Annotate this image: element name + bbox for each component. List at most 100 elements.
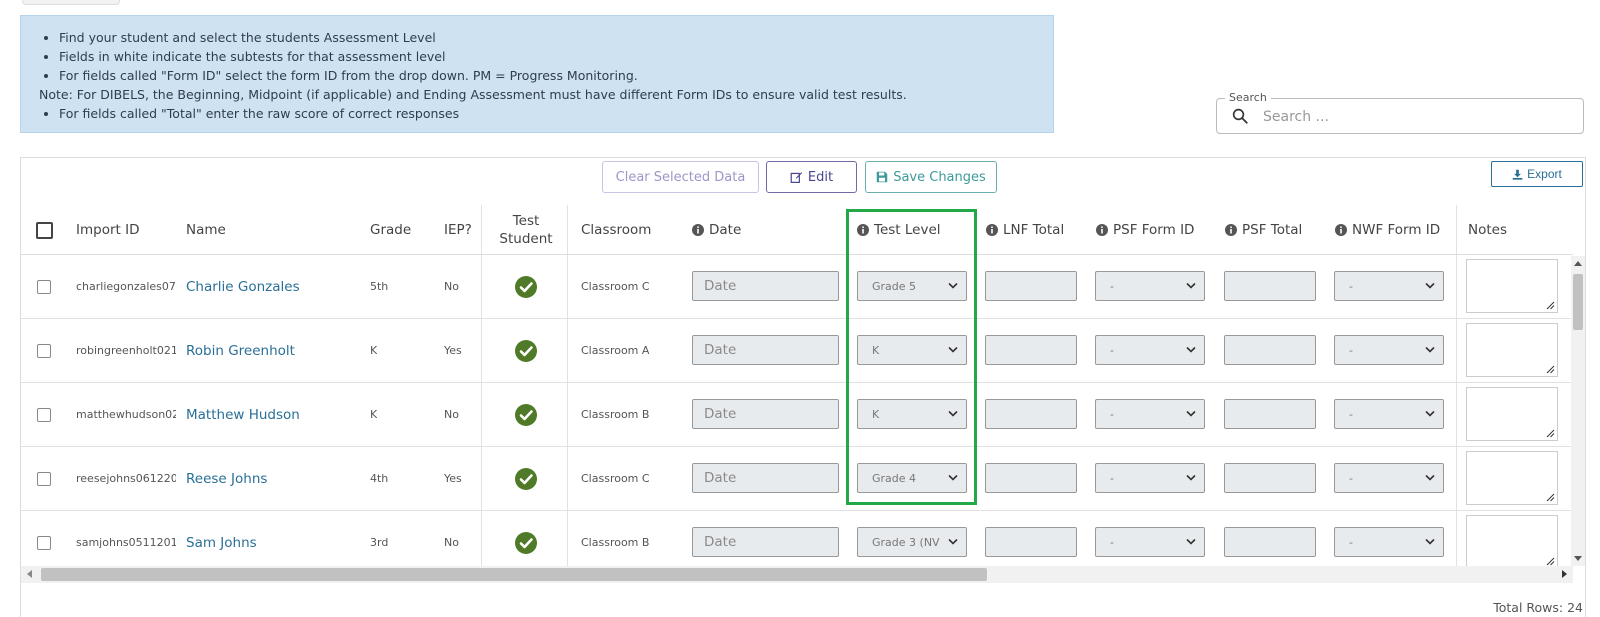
search-input[interactable] bbox=[1261, 105, 1565, 129]
clear-selected-data-button[interactable]: Clear Selected Data bbox=[602, 161, 759, 193]
psf-total-input[interactable] bbox=[1224, 463, 1316, 493]
test-level-select[interactable]: K bbox=[857, 335, 967, 365]
date-input[interactable]: Date bbox=[692, 271, 839, 301]
column-header-classroom[interactable]: Classroom bbox=[581, 206, 651, 254]
student-name-link[interactable]: Charlie Gonzales bbox=[186, 255, 300, 318]
notes-textarea[interactable] bbox=[1466, 323, 1558, 377]
nwf-form-id-value: - bbox=[1349, 407, 1353, 421]
row-checkbox[interactable] bbox=[37, 280, 51, 294]
instruction-item: Find your student and select the student… bbox=[59, 28, 1039, 47]
row-checkbox[interactable] bbox=[37, 472, 51, 486]
column-header-nwf-form-id[interactable]: NWF Form ID bbox=[1335, 206, 1440, 254]
column-header-psf-form-id[interactable]: PSF Form ID bbox=[1096, 206, 1194, 254]
top-tab[interactable] bbox=[22, 0, 120, 5]
psf-form-id-select[interactable]: - bbox=[1095, 399, 1205, 429]
lnf-total-input[interactable] bbox=[985, 463, 1077, 493]
column-header-date[interactable]: Date bbox=[692, 206, 741, 254]
column-header-import-id[interactable]: Import ID bbox=[76, 206, 139, 254]
student-name-link[interactable]: Matthew Hudson bbox=[186, 383, 300, 446]
nwf-form-id-select[interactable]: - bbox=[1334, 399, 1444, 429]
resize-grip-icon[interactable] bbox=[1546, 429, 1555, 438]
instructions-list-2: For fields called "Total" enter the raw … bbox=[39, 104, 1039, 123]
save-changes-button[interactable]: Save Changes bbox=[865, 161, 997, 193]
date-placeholder: Date bbox=[704, 278, 737, 294]
psf-total-input[interactable] bbox=[1224, 527, 1316, 557]
scroll-left-arrow-icon[interactable] bbox=[27, 570, 32, 578]
column-header-lnf-total[interactable]: LNF Total bbox=[986, 206, 1064, 254]
select-all-checkbox[interactable] bbox=[36, 222, 53, 239]
psf-total-input[interactable] bbox=[1224, 271, 1316, 301]
column-header-test-level[interactable]: Test Level bbox=[857, 206, 941, 254]
test-level-select[interactable]: K bbox=[857, 399, 967, 429]
lnf-total-input[interactable] bbox=[985, 335, 1077, 365]
grade-cell: 5th bbox=[370, 255, 388, 318]
column-header-test-student[interactable]: Test Student bbox=[496, 206, 556, 254]
psf-form-id-value: - bbox=[1110, 471, 1114, 485]
date-input[interactable]: Date bbox=[692, 399, 839, 429]
info-icon[interactable] bbox=[1335, 224, 1347, 236]
scroll-up-arrow-icon[interactable] bbox=[1574, 261, 1582, 266]
clear-selected-data-label: Clear Selected Data bbox=[615, 169, 746, 185]
nwf-form-id-select[interactable]: - bbox=[1334, 527, 1444, 557]
nwf-form-id-select[interactable]: - bbox=[1334, 335, 1444, 365]
psf-form-id-select[interactable]: - bbox=[1095, 271, 1205, 301]
header-label: Import ID bbox=[76, 222, 140, 238]
test-level-value: Grade 3 (NV bbox=[872, 535, 940, 549]
lnf-total-input[interactable] bbox=[985, 271, 1077, 301]
row-checkbox[interactable] bbox=[37, 536, 51, 550]
vertical-scrollbar[interactable] bbox=[1571, 256, 1585, 566]
date-input[interactable]: Date bbox=[692, 463, 839, 493]
column-header-grade[interactable]: Grade bbox=[370, 206, 411, 254]
notes-textarea[interactable] bbox=[1466, 259, 1558, 313]
lnf-total-input[interactable] bbox=[985, 527, 1077, 557]
notes-textarea[interactable] bbox=[1466, 387, 1558, 441]
resize-grip-icon[interactable] bbox=[1546, 493, 1555, 502]
psf-form-id-select[interactable]: - bbox=[1095, 335, 1205, 365]
row-checkbox[interactable] bbox=[37, 408, 51, 422]
test-level-select[interactable]: Grade 3 (NV bbox=[857, 527, 967, 557]
row-checkbox[interactable] bbox=[37, 344, 51, 358]
column-header-psf-total[interactable]: PSF Total bbox=[1225, 206, 1302, 254]
lnf-total-input[interactable] bbox=[985, 399, 1077, 429]
info-icon[interactable] bbox=[692, 224, 704, 236]
psf-total-input[interactable] bbox=[1224, 399, 1316, 429]
test-level-select[interactable]: Grade 4 bbox=[857, 463, 967, 493]
resize-grip-icon[interactable] bbox=[1546, 301, 1555, 310]
export-button[interactable]: Export bbox=[1491, 161, 1583, 187]
nwf-form-id-select[interactable]: - bbox=[1334, 463, 1444, 493]
horizontal-scrollbar[interactable] bbox=[21, 566, 1573, 583]
notes-textarea[interactable] bbox=[1466, 515, 1558, 567]
info-icon[interactable] bbox=[1225, 224, 1237, 236]
notes-textarea[interactable] bbox=[1466, 451, 1558, 505]
psf-form-id-select[interactable]: - bbox=[1095, 463, 1205, 493]
download-icon bbox=[1512, 169, 1523, 180]
psf-total-input[interactable] bbox=[1224, 335, 1316, 365]
psf-form-id-select[interactable]: - bbox=[1095, 527, 1205, 557]
info-icon[interactable] bbox=[986, 224, 998, 236]
chevron-down-icon bbox=[1425, 538, 1435, 545]
test-level-select[interactable]: Grade 5 bbox=[857, 271, 967, 301]
info-icon[interactable] bbox=[857, 224, 869, 236]
test-student-cell bbox=[515, 511, 537, 567]
nwf-form-id-select[interactable]: - bbox=[1334, 271, 1444, 301]
date-input[interactable]: Date bbox=[692, 527, 839, 557]
column-header-name[interactable]: Name bbox=[186, 206, 226, 254]
scroll-right-arrow-icon[interactable] bbox=[1562, 570, 1567, 578]
column-header-iep[interactable]: IEP? bbox=[444, 206, 472, 254]
date-input[interactable]: Date bbox=[692, 335, 839, 365]
classroom-cell: Classroom C bbox=[581, 255, 650, 318]
scroll-down-arrow-icon[interactable] bbox=[1574, 556, 1582, 561]
search-label: Search bbox=[1225, 91, 1271, 104]
resize-grip-icon[interactable] bbox=[1546, 365, 1555, 374]
column-header-notes[interactable]: Notes bbox=[1468, 206, 1507, 254]
edit-button[interactable]: Edit bbox=[766, 161, 857, 193]
student-name: Charlie Gonzales bbox=[186, 278, 300, 295]
search-box: Search bbox=[1216, 91, 1584, 134]
info-icon[interactable] bbox=[1096, 224, 1108, 236]
vertical-scroll-thumb[interactable] bbox=[1573, 274, 1583, 330]
student-name-link[interactable]: Robin Greenholt bbox=[186, 319, 295, 382]
resize-grip-icon[interactable] bbox=[1546, 557, 1555, 566]
student-name-link[interactable]: Sam Johns bbox=[186, 511, 257, 567]
student-name-link[interactable]: Reese Johns bbox=[186, 447, 267, 510]
horizontal-scroll-thumb[interactable] bbox=[41, 568, 987, 581]
